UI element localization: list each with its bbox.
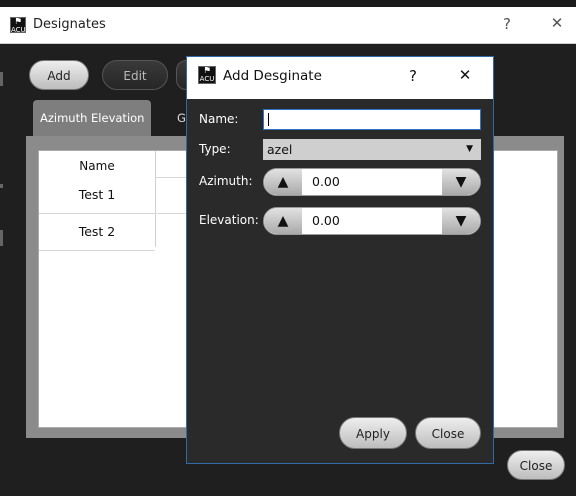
top-edge-strip xyxy=(0,0,576,7)
table-row[interactable]: Test 1 xyxy=(39,177,155,214)
apply-button[interactable]: Apply xyxy=(339,417,407,449)
elevation-increment-icon[interactable]: ▲ xyxy=(264,208,302,234)
help-button[interactable]: ? xyxy=(497,15,517,33)
column-divider xyxy=(155,151,156,247)
chevron-down-icon: ▼ xyxy=(466,144,473,154)
dialog-help-button[interactable]: ? xyxy=(403,67,423,85)
row-line xyxy=(155,213,187,214)
azimuth-value[interactable]: 0.00 xyxy=(312,169,340,195)
type-select[interactable]: azel ▼ xyxy=(263,139,481,160)
dialog-app-icon: ⚑ ACU xyxy=(198,66,216,84)
close-window-button[interactable]: ✕ xyxy=(546,14,568,32)
column-header-name[interactable]: Name xyxy=(39,159,155,173)
dialog-title: Add Desginate xyxy=(223,68,322,84)
left-edge-marks xyxy=(0,44,8,304)
row-line xyxy=(155,177,187,178)
azimuth-increment-icon[interactable]: ▲ xyxy=(264,169,302,195)
edit-button[interactable]: Edit xyxy=(102,60,168,90)
tab-azimuth-elevation[interactable]: Azimuth Elevation xyxy=(33,100,151,136)
name-input[interactable] xyxy=(263,109,481,130)
text-cursor xyxy=(268,113,269,126)
azimuth-label: Azimuth: xyxy=(199,174,253,188)
type-label: Type: xyxy=(199,142,231,156)
elevation-value[interactable]: 0.00 xyxy=(312,208,340,234)
azimuth-spinner[interactable]: ▲ 0.00 ▼ xyxy=(263,168,481,196)
type-select-value: azel xyxy=(267,142,293,157)
window-title: Designates xyxy=(33,17,106,32)
dialog-close-icon[interactable]: ✕ xyxy=(453,66,477,84)
table-row[interactable]: Test 2 xyxy=(39,214,155,251)
dialog-close-button[interactable]: Close xyxy=(415,417,481,449)
azimuth-decrement-icon[interactable]: ▼ xyxy=(442,169,480,195)
elevation-label: Elevation: xyxy=(199,213,259,227)
elevation-decrement-icon[interactable]: ▼ xyxy=(442,208,480,234)
elevation-spinner[interactable]: ▲ 0.00 ▼ xyxy=(263,207,481,235)
add-designate-dialog: ⚑ ACU Add Desginate ? ✕ Name: Type: azel … xyxy=(186,56,494,464)
name-label: Name: xyxy=(199,112,239,126)
app-icon: ⚑ ACU xyxy=(10,17,26,33)
close-button[interactable]: Close xyxy=(507,450,565,480)
add-button[interactable]: Add xyxy=(29,60,89,90)
